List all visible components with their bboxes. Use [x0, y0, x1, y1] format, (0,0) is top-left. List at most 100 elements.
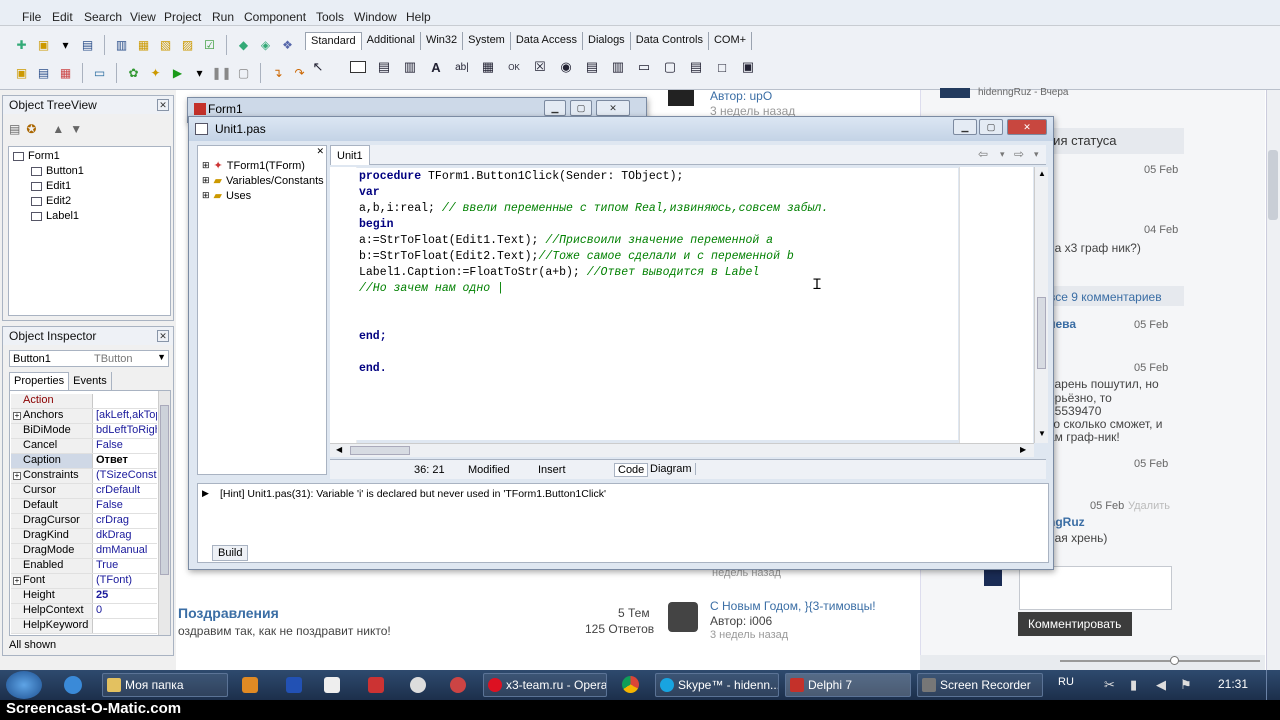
explorer-item-variables[interactable]: ⊞ ▰ Variables/Constants — [202, 174, 324, 188]
package-icon[interactable]: ◈ — [256, 36, 275, 55]
zoom-slider[interactable] — [1060, 660, 1260, 662]
code-line[interactable]: end; — [359, 330, 387, 343]
forum-title[interactable]: Поздравления — [178, 605, 279, 621]
step-over-icon[interactable]: ↷ — [290, 64, 309, 83]
hint-message[interactable]: [Hint] Unit1.pas(31): Variable 'i' is de… — [220, 488, 606, 500]
tab-unit1[interactable]: Unit1 — [330, 145, 370, 165]
taskbar-screen-recorder[interactable]: Screen Recorder — [917, 673, 1043, 697]
remove-file-icon[interactable]: ▨ — [178, 36, 197, 55]
tab-system[interactable]: System — [463, 32, 511, 50]
menu-component[interactable]: Component — [244, 10, 306, 24]
scroll-up-icon[interactable]: ▲ — [1038, 169, 1046, 178]
tree-item-form1[interactable]: Form1 — [13, 150, 60, 162]
close-icon[interactable]: ✕ — [157, 99, 169, 111]
property-value[interactable]: crDefault — [93, 484, 157, 498]
all-comments-link[interactable]: все 9 комментариев — [1049, 290, 1162, 304]
checkbox-icon[interactable]: ☒ — [530, 57, 550, 77]
button-icon[interactable]: OK — [504, 57, 524, 77]
close-icon[interactable]: ✕ — [157, 330, 169, 342]
property-value[interactable]: bdLeftToRight — [93, 424, 157, 438]
start-button[interactable] — [6, 671, 42, 699]
dropdown-icon[interactable]: ▾ — [56, 36, 75, 55]
property-row[interactable]: DragCursor crDrag — [11, 514, 157, 529]
new-icon[interactable]: ✚ — [12, 36, 31, 55]
media-icon[interactable] — [242, 677, 258, 693]
property-row[interactable]: HelpKeyword — [11, 619, 157, 634]
close-button[interactable]: ✕ — [1007, 119, 1047, 135]
code-line[interactable]: var — [359, 186, 380, 199]
language-indicator[interactable]: RU — [1058, 676, 1074, 688]
taskbar-opera[interactable]: x3-team.ru - Opera — [483, 673, 607, 697]
tree-item-button1[interactable]: Button1 — [31, 165, 84, 177]
tab-win32[interactable]: Win32 — [421, 32, 464, 50]
property-row[interactable]: Cursor crDefault — [11, 484, 157, 499]
open-project-icon[interactable]: ▦ — [134, 36, 153, 55]
forward-arrow-icon[interactable]: ⇨ — [1014, 147, 1024, 161]
scroll-right-icon[interactable]: ▶ — [1020, 445, 1026, 454]
scroll-thumb[interactable] — [350, 446, 410, 455]
code-line[interactable]: //Но зачем нам одно | — [359, 282, 504, 295]
editor-vscroll[interactable]: ▲ ▼ — [1034, 167, 1048, 443]
browser-scroll-thumb[interactable] — [1268, 150, 1278, 220]
code-editor[interactable]: procedure TForm1.Button1Click(Sender: TO… — [356, 168, 958, 440]
maximize-button[interactable]: ▢ — [570, 100, 592, 116]
explorer-item-uses[interactable]: ⊞ ▰ Uses — [202, 189, 251, 203]
property-row[interactable]: Caption Ответ — [11, 454, 157, 469]
listbox-icon[interactable]: ▤ — [582, 57, 602, 77]
close-button[interactable]: ✕ — [596, 100, 630, 116]
comment-button[interactable]: Комментировать — [1018, 612, 1132, 636]
tab-code[interactable]: Code — [614, 463, 649, 477]
down-arrow-icon[interactable]: ▼ — [70, 122, 82, 136]
comment-textarea[interactable] — [1019, 566, 1172, 610]
property-value[interactable]: (TFont) — [93, 574, 157, 588]
tree-item-label1[interactable]: Label1 — [31, 210, 79, 222]
menu-tools[interactable]: Tools — [316, 10, 344, 24]
stop-icon[interactable]: ▢ — [234, 64, 253, 83]
back-arrow-icon[interactable]: ⇦ — [978, 147, 988, 161]
tools-icon[interactable]: ❖ — [278, 36, 297, 55]
delete-icon[interactable]: ▤ — [9, 122, 20, 136]
label-icon[interactable]: A — [426, 57, 446, 77]
save-icon[interactable]: ▤ — [78, 36, 97, 55]
expand-icon[interactable]: + — [13, 412, 21, 420]
property-row[interactable]: Cancel False — [11, 439, 157, 454]
property-value[interactable]: False — [93, 439, 157, 453]
tool-icon[interactable] — [368, 677, 384, 693]
groupbox-icon[interactable]: ▢ — [660, 57, 680, 77]
up-arrow-icon[interactable]: ▲ — [52, 122, 64, 136]
code-line[interactable]: b:=StrToFloat(Edit2.Text);//Тоже самое с… — [359, 250, 794, 263]
taskbar-skype[interactable]: Skype™ - hidenn... — [655, 673, 779, 697]
view-form-icon[interactable]: ▤ — [34, 64, 53, 83]
minimize-button[interactable]: ▁ — [544, 100, 566, 116]
menu-run[interactable]: Run — [212, 10, 234, 24]
tab-com-plus[interactable]: COM+ — [709, 32, 753, 50]
show-desktop-button[interactable] — [1266, 670, 1280, 700]
property-row[interactable]: Default False — [11, 499, 157, 514]
panel-icon[interactable]: □ — [712, 57, 732, 77]
object-selector[interactable]: Button1 TButton ▼ — [9, 350, 169, 367]
chrome-icon[interactable] — [622, 676, 639, 693]
taskbar-delphi[interactable]: Delphi 7 — [785, 673, 911, 697]
menu-file[interactable]: File — [22, 10, 41, 24]
scroll-thumb[interactable] — [1037, 297, 1046, 369]
close-icon[interactable]: ✕ — [316, 146, 324, 157]
property-value[interactable]: Ответ — [93, 454, 157, 468]
property-value[interactable]: dkDrag — [93, 529, 157, 543]
property-value[interactable] — [93, 619, 157, 633]
open-icon[interactable]: ▣ — [34, 36, 53, 55]
combobox-icon[interactable]: ▥ — [608, 57, 628, 77]
clock[interactable]: 21:31 — [1218, 677, 1248, 691]
property-scrollbar[interactable] — [158, 391, 170, 635]
delete-link[interactable]: Удалить — [1128, 500, 1170, 512]
property-row[interactable]: + Anchors [akLeft,akTop — [11, 409, 157, 424]
property-row[interactable]: Enabled True — [11, 559, 157, 574]
code-line[interactable]: a:=StrToFloat(Edit1.Text); //Присвоили з… — [359, 234, 773, 247]
property-value[interactable]: dmManual — [93, 544, 157, 558]
property-value[interactable]: [akLeft,akTop — [93, 409, 157, 423]
view-unit-icon[interactable]: ▣ — [12, 64, 31, 83]
pointer-icon[interactable]: ↖ — [308, 57, 328, 77]
menu-edit[interactable]: Edit — [52, 10, 73, 24]
frame-icon[interactable] — [348, 57, 368, 77]
property-row[interactable]: BiDiModebdLeftToRight — [11, 424, 157, 439]
tab-dialogs[interactable]: Dialogs — [583, 32, 631, 50]
